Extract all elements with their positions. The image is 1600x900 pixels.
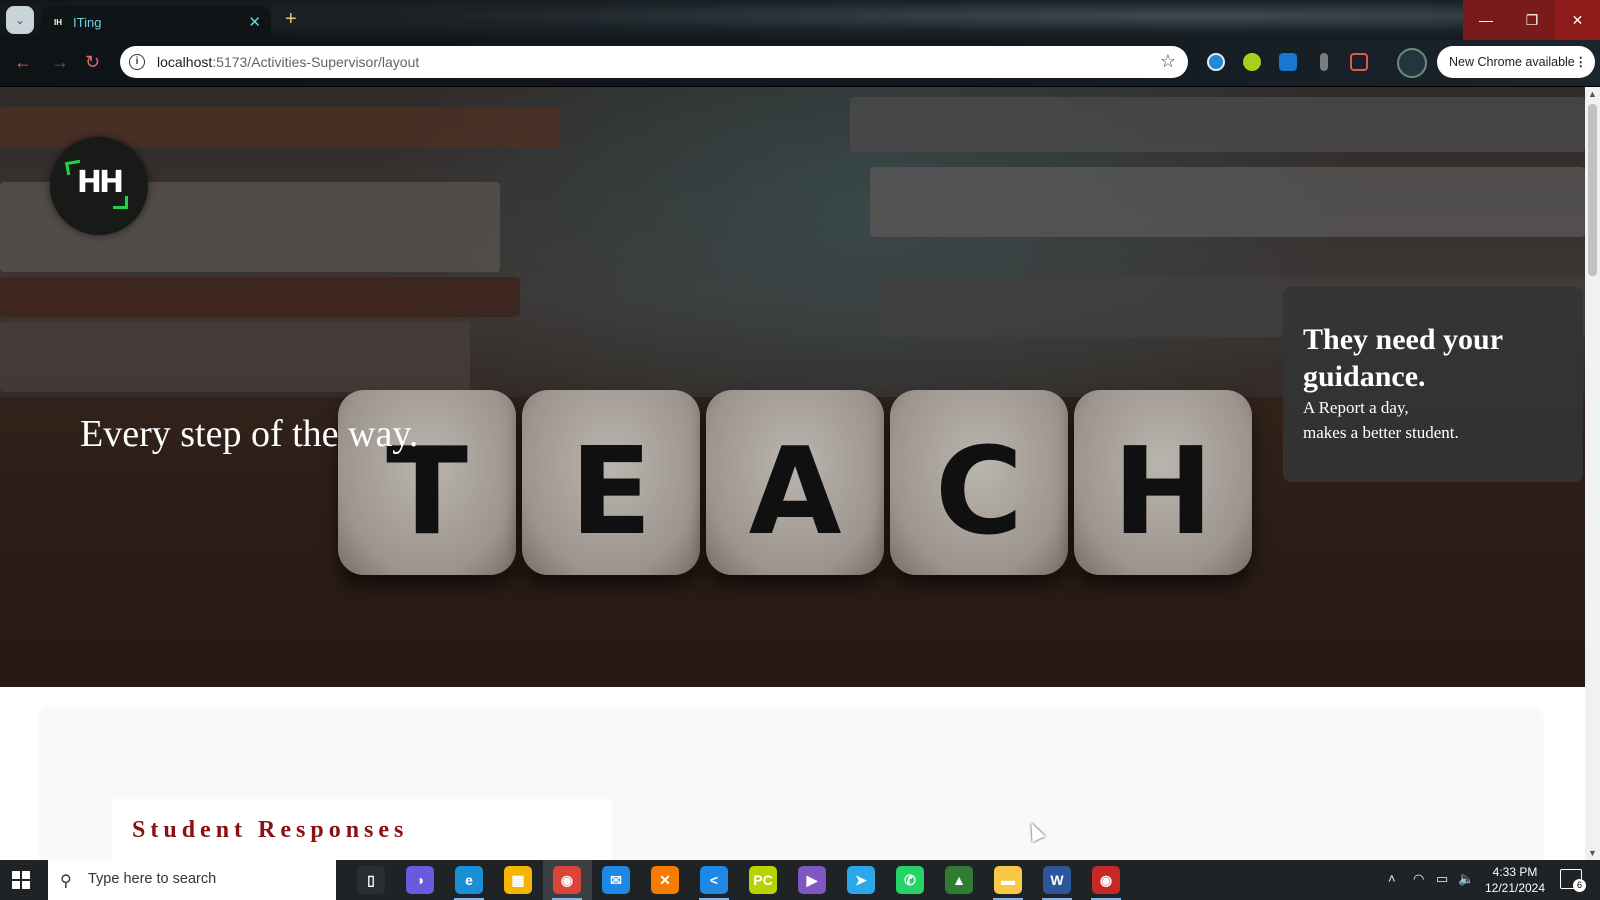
scroll-down-icon[interactable]: ▼	[1588, 848, 1597, 858]
taskbar-clock[interactable]: 4:33 PM 12/21/2024	[1470, 864, 1560, 896]
taskbar-word-icon[interactable]: W	[1043, 866, 1071, 894]
taskbar-search-placeholder: Type here to search	[88, 871, 217, 887]
site-logo[interactable]: HH	[50, 137, 148, 235]
taskbar-whatsapp-icon[interactable]: ✆	[896, 866, 924, 894]
windows-taskbar: ⚲ Type here to search ▯ ◑ e ▦ ◉ ✉ ✕ < PC ▶ ➤ ✆ ▲ ▬ W ◉ …	[0, 860, 1600, 900]
extension-gray-icon[interactable]	[1320, 53, 1328, 71]
content-card: Student Responses	[40, 707, 1542, 860]
taskbar-copilot-icon[interactable]: ◑	[406, 866, 434, 894]
forward-arrow-icon[interactable]: →	[51, 52, 69, 73]
taskbar-store-icon[interactable]: ▦	[504, 866, 532, 894]
taskbar-mail-icon[interactable]: ✉	[602, 866, 630, 894]
logo-arrow-icon	[113, 196, 128, 209]
extension-green-icon[interactable]	[1243, 53, 1261, 71]
taskbar-file-explorer-icon[interactable]: ▬	[994, 866, 1022, 894]
reload-icon[interactable]: ↻	[85, 52, 100, 73]
back-arrow-icon[interactable]: ←	[14, 52, 32, 73]
page-scrollbar[interactable]: ▲ ▼	[1585, 87, 1600, 860]
window-restore-button[interactable]: ❐	[1509, 0, 1555, 40]
taskbar-search-box[interactable]: ⚲ Type here to search	[48, 860, 336, 900]
browser-tab-active[interactable]: IH ITing ✕	[41, 6, 271, 40]
student-responses-panel: Student Responses	[112, 799, 612, 860]
browser-tab-strip: ⌄ IH ITing ✕ + — ❐ ✕	[0, 0, 1600, 40]
taskbar-vs-purple-icon[interactable]: ▶	[798, 866, 826, 894]
hero-tagline: Every step of the way.	[80, 413, 419, 455]
tab-search-button[interactable]: ⌄	[6, 6, 34, 34]
clock-date: 12/21/2024	[1484, 881, 1546, 895]
window-close-button[interactable]: ✕	[1555, 0, 1600, 40]
bookmark-star-icon[interactable]: ☆	[1160, 51, 1176, 72]
extensions-puzzle-icon[interactable]	[1350, 53, 1368, 71]
section-title: Student Responses	[132, 817, 409, 843]
windows-start-icon[interactable]	[12, 871, 30, 889]
clock-time: 4:33 PM	[1492, 865, 1538, 879]
page-viewport: T E A C H HH Every step of the way. They…	[0, 87, 1585, 860]
url-host: localhost	[157, 54, 213, 70]
guidance-line-2: makes a better student.	[1303, 423, 1459, 442]
profile-avatar[interactable]	[1397, 48, 1427, 78]
taskbar-telegram-icon[interactable]: ➤	[847, 866, 875, 894]
update-label: New Chrome available	[1449, 55, 1575, 69]
guidance-card: They need your guidance. A Report a day,…	[1283, 287, 1583, 482]
tab-favicon-icon: IH	[51, 17, 65, 29]
tray-chevron-icon[interactable]: ˄	[1388, 871, 1396, 886]
url-path: :5173/Activities-Supervisor/layout	[212, 54, 420, 70]
taskbar-edge-icon[interactable]: e	[455, 866, 483, 894]
taskbar-anydesk-green-icon[interactable]: ▲	[945, 866, 973, 894]
taskbar-vscode-icon[interactable]: <	[700, 866, 728, 894]
taskbar-chrome-icon[interactable]: ◉	[553, 866, 581, 894]
logo-text: HH	[76, 165, 124, 200]
notification-count-badge: 6	[1573, 879, 1586, 892]
url-text[interactable]: localhost:5173/Activities-Supervisor/lay…	[157, 54, 419, 70]
taskbar-task-view-icon[interactable]: ▯	[357, 866, 385, 894]
hero-banner: T E A C H HH Every step of the way. They…	[0, 87, 1585, 687]
address-bar[interactable]: i localhost:5173/Activities-Supervisor/l…	[120, 46, 1188, 78]
search-icon: ⚲	[60, 873, 72, 890]
new-tab-button[interactable]: +	[285, 8, 297, 30]
taskbar-chrome-profile-icon[interactable]: ◉	[1092, 866, 1120, 894]
extension-blue-icon[interactable]	[1279, 53, 1297, 71]
guidance-line-1: A Report a day,	[1303, 398, 1409, 417]
scrollbar-thumb[interactable]	[1588, 104, 1597, 276]
browser-toolbar: ← → ↻ i localhost:5173/Activities-Superv…	[0, 40, 1600, 87]
battery-icon[interactable]: ▭	[1436, 871, 1448, 887]
network-icon[interactable]: ◠	[1413, 871, 1424, 887]
extension-circle-icon[interactable]	[1207, 53, 1225, 71]
scroll-up-icon[interactable]: ▲	[1588, 89, 1597, 99]
chevron-down-icon: ⌄	[14, 13, 26, 27]
chrome-update-button[interactable]: New Chrome available ⋮	[1437, 46, 1595, 78]
site-info-icon[interactable]: i	[129, 54, 145, 70]
window-minimize-button[interactable]: —	[1463, 0, 1509, 40]
taskbar-xampp-icon[interactable]: ✕	[651, 866, 679, 894]
taskbar-pycharm-icon[interactable]: PC	[749, 866, 777, 894]
more-menu-icon[interactable]: ⋮	[1575, 46, 1588, 78]
tab-close-icon[interactable]: ✕	[248, 13, 261, 31]
guidance-title: They need your guidance.	[1303, 323, 1503, 393]
tab-title: ITing	[73, 15, 102, 30]
